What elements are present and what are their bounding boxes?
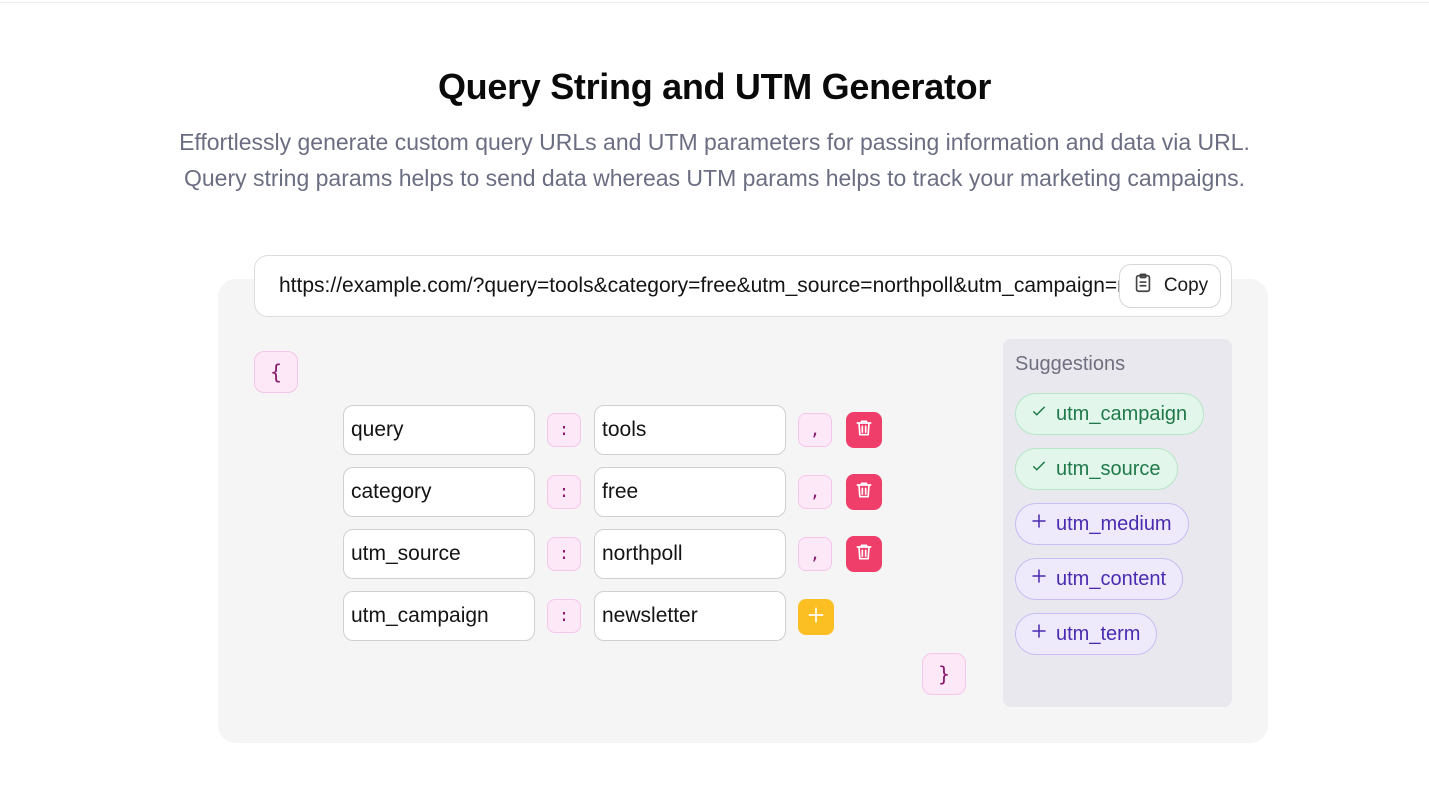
delete-row-button[interactable]: [846, 536, 882, 572]
close-brace: }: [922, 653, 966, 695]
copy-label: Copy: [1163, 275, 1209, 296]
trash-icon: [854, 542, 874, 567]
comma-separator: ,: [798, 537, 832, 571]
plus-icon: [1030, 622, 1048, 646]
plus-icon: [1030, 567, 1048, 591]
open-brace: {: [254, 351, 298, 393]
param-row: query : tools ,: [343, 405, 903, 455]
param-value-input[interactable]: newsletter: [594, 591, 786, 641]
plus-icon: [1030, 512, 1048, 536]
param-value-input[interactable]: tools: [594, 405, 786, 455]
suggestion-chip-utm-term[interactable]: utm_term: [1015, 613, 1158, 655]
top-divider: [0, 2, 1429, 3]
param-row: category : free ,: [343, 467, 903, 517]
param-key-input[interactable]: utm_campaign: [343, 591, 535, 641]
suggestion-label: utm_source: [1056, 457, 1161, 480]
add-row-button[interactable]: [798, 599, 834, 635]
page-title: Query String and UTM Generator: [437, 66, 992, 107]
trash-icon: [854, 418, 874, 443]
param-row: utm_source : northpoll ,: [343, 529, 903, 579]
suggestion-chip-utm-medium[interactable]: utm_medium: [1015, 503, 1189, 545]
suggestion-label: utm_term: [1056, 622, 1141, 645]
suggestion-chip-utm-campaign[interactable]: utm_campaign: [1015, 393, 1205, 435]
suggestion-chip-utm-content[interactable]: utm_content: [1015, 558, 1184, 600]
suggestion-label: utm_medium: [1056, 512, 1172, 535]
param-key-input[interactable]: category: [343, 467, 535, 517]
subtitle-line-2: Query string params helps to send data w…: [183, 165, 1246, 191]
comma-separator: ,: [798, 475, 832, 509]
trash-icon: [854, 480, 874, 505]
delete-row-button[interactable]: [846, 474, 882, 510]
page-subtitle: Effortlessly generate custom query URLs …: [0, 124, 1429, 196]
generated-url[interactable]: https://example.com/?query=tools&categor…: [279, 256, 1129, 316]
suggestions-panel: Suggestions utm_campaign utm_source utm_…: [1003, 339, 1232, 707]
param-key-input[interactable]: utm_source: [343, 529, 535, 579]
suggestions-title: Suggestions: [1015, 353, 1126, 375]
suggestion-label: utm_content: [1056, 567, 1167, 590]
plus-icon: [806, 605, 826, 630]
colon-separator: :: [547, 599, 581, 633]
comma-separator: ,: [798, 413, 832, 447]
colon-separator: :: [547, 537, 581, 571]
param-value-input[interactable]: northpoll: [594, 529, 786, 579]
param-value-input[interactable]: free: [594, 467, 786, 517]
copy-button[interactable]: Copy: [1119, 264, 1221, 308]
check-icon: [1030, 402, 1048, 426]
suggestion-chip-utm-source[interactable]: utm_source: [1015, 448, 1178, 490]
colon-separator: :: [547, 475, 581, 509]
param-row: utm_campaign : newsletter: [343, 591, 903, 641]
check-icon: [1030, 457, 1048, 481]
param-key-input[interactable]: query: [343, 405, 535, 455]
colon-separator: :: [547, 413, 581, 447]
subtitle-line-1: Effortlessly generate custom query URLs …: [179, 129, 1250, 155]
delete-row-button[interactable]: [846, 412, 882, 448]
generated-url-bar: https://example.com/?query=tools&categor…: [254, 255, 1232, 317]
clipboard-icon: [1132, 272, 1154, 300]
suggestion-label: utm_campaign: [1056, 402, 1188, 425]
